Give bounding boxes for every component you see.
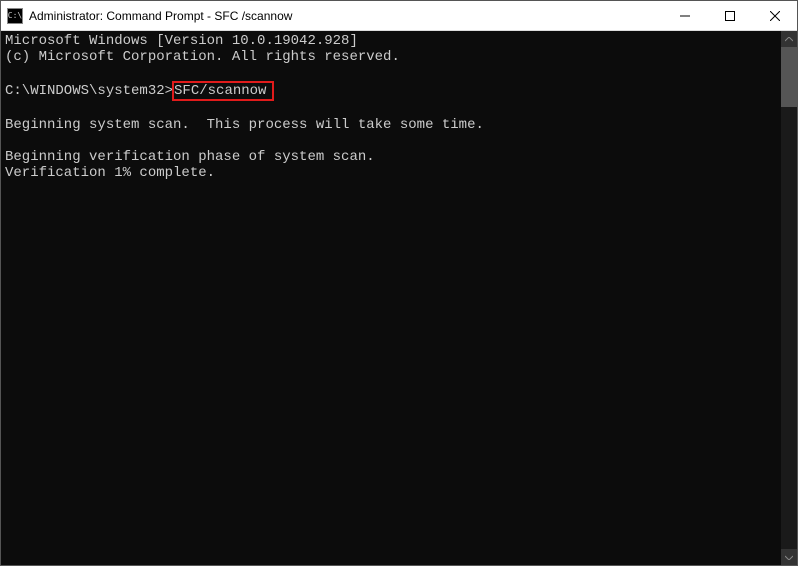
terminal-output[interactable]: Microsoft Windows [Version 10.0.19042.92…	[1, 31, 781, 565]
terminal-line: Verification 1% complete.	[5, 165, 215, 181]
terminal-line: Beginning verification phase of system s…	[5, 149, 375, 165]
window-title: Administrator: Command Prompt - SFC /sca…	[29, 9, 662, 23]
scrollbar-thumb[interactable]	[781, 47, 797, 107]
terminal-line: Beginning system scan. This process will…	[5, 117, 484, 133]
scrollbar-track[interactable]	[781, 47, 797, 549]
window-controls	[662, 1, 797, 30]
vertical-scrollbar[interactable]	[781, 31, 797, 565]
scrollbar-down-arrow[interactable]	[781, 549, 797, 565]
command-highlight: SFC/scannow	[172, 81, 274, 101]
titlebar[interactable]: C:\ Administrator: Command Prompt - SFC …	[1, 1, 797, 31]
minimize-button[interactable]	[662, 1, 707, 30]
maximize-icon	[725, 11, 735, 21]
prompt-prefix: C:\WINDOWS\system32>	[5, 83, 173, 99]
maximize-button[interactable]	[707, 1, 752, 30]
close-icon	[770, 11, 780, 21]
command-prompt-window: C:\ Administrator: Command Prompt - SFC …	[0, 0, 798, 566]
minimize-icon	[680, 11, 690, 21]
chevron-up-icon	[785, 37, 793, 42]
content-area: Microsoft Windows [Version 10.0.19042.92…	[1, 31, 797, 565]
terminal-line: Microsoft Windows [Version 10.0.19042.92…	[5, 33, 358, 49]
prompt-command: SFC/scannow	[174, 83, 266, 99]
scrollbar-up-arrow[interactable]	[781, 31, 797, 47]
cmd-icon: C:\	[7, 8, 23, 24]
terminal-line: (c) Microsoft Corporation. All rights re…	[5, 49, 400, 65]
chevron-down-icon	[785, 555, 793, 560]
close-button[interactable]	[752, 1, 797, 30]
